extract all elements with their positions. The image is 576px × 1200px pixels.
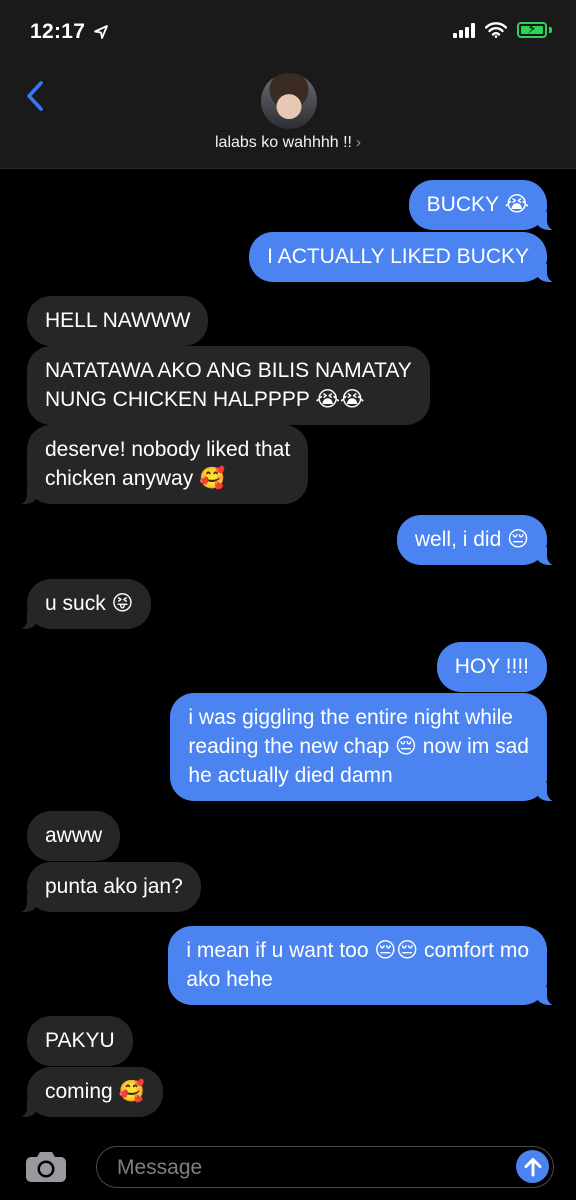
message-text: NATATAWA AKO ANG BILIS NAMATAY NUNG CHIC…	[45, 359, 412, 411]
send-button[interactable]	[516, 1150, 549, 1183]
battery-charging-icon: ⚡	[517, 21, 547, 38]
message-text: BUCKY 😭	[426, 193, 529, 216]
message-bubble-sent[interactable]: i was giggling the entire night while re…	[170, 693, 559, 802]
camera-button[interactable]	[24, 1150, 68, 1184]
message-bubble-sent[interactable]: well, i did 😔	[396, 515, 560, 566]
message-text: coming 🥰	[45, 1080, 145, 1103]
message-bubble-received[interactable]: u suck 😝	[14, 579, 152, 630]
message-text: well, i did 😔	[414, 528, 529, 551]
camera-icon	[26, 1152, 66, 1182]
back-button[interactable]	[20, 78, 50, 114]
message-bubble-received[interactable]: deserve! nobody liked that chicken anywa…	[14, 425, 309, 505]
cellular-signal-icon	[453, 22, 475, 38]
message-text: HELL NAWWW	[45, 309, 191, 332]
message-text: HOY !!!!	[454, 655, 529, 678]
message-text: punta ako jan?	[45, 875, 183, 898]
contact-name-label: lalabs ko wahhhh !!	[215, 134, 352, 151]
message-input-field[interactable]	[96, 1146, 554, 1188]
message-bubble-sent[interactable]: i mean if u want too 😔😔 comfort mo ako h…	[168, 926, 559, 1006]
chevron-right-icon: ›	[355, 134, 361, 151]
message-bubble-received[interactable]: HELL NAWWW	[27, 296, 209, 346]
clock-text: 12:17	[30, 20, 86, 43]
message-text: u suck 😝	[45, 592, 134, 615]
location-arrow-icon	[94, 25, 109, 39]
message-text: deserve! nobody liked that chicken anywa…	[45, 438, 291, 490]
message-bubble-sent[interactable]: BUCKY 😭	[408, 180, 560, 231]
status-time: 12:17	[30, 20, 109, 44]
message-bubble-received[interactable]: punta ako jan?	[15, 862, 201, 913]
message-input[interactable]	[115, 1153, 489, 1183]
contact-name-button[interactable]: lalabs ko wahhhh !! ›	[0, 134, 576, 152]
wifi-icon	[485, 22, 507, 38]
message-bubble-received[interactable]: coming 🥰	[15, 1067, 163, 1118]
message-bubble-sent[interactable]: HOY !!!!	[436, 642, 547, 692]
message-bubble-received[interactable]: awww	[27, 811, 121, 861]
message-bubble-received[interactable]: NATATAWA AKO ANG BILIS NAMATAY NUNG CHIC…	[27, 346, 430, 425]
message-text: I ACTUALLY LIKED BUCKY	[267, 245, 529, 268]
chevron-left-icon	[27, 81, 43, 111]
status-icons: ⚡	[453, 21, 552, 38]
battery-nub	[549, 27, 552, 33]
message-bubble-sent[interactable]: I ACTUALLY LIKED BUCKY	[249, 232, 559, 283]
message-text: i was giggling the entire night while re…	[188, 706, 529, 787]
arrow-up-icon	[524, 1157, 541, 1176]
conversation-header: 12:17 ⚡ lalabs ko wahhhh !! ›	[0, 0, 576, 169]
message-text: i mean if u want too 😔😔 comfort mo ako h…	[186, 939, 529, 991]
message-composer	[0, 1132, 576, 1200]
message-text: awww	[45, 824, 103, 847]
message-bubble-received[interactable]: PAKYU	[27, 1016, 133, 1066]
contact-avatar[interactable]	[261, 73, 317, 129]
message-text: PAKYU	[45, 1029, 115, 1052]
